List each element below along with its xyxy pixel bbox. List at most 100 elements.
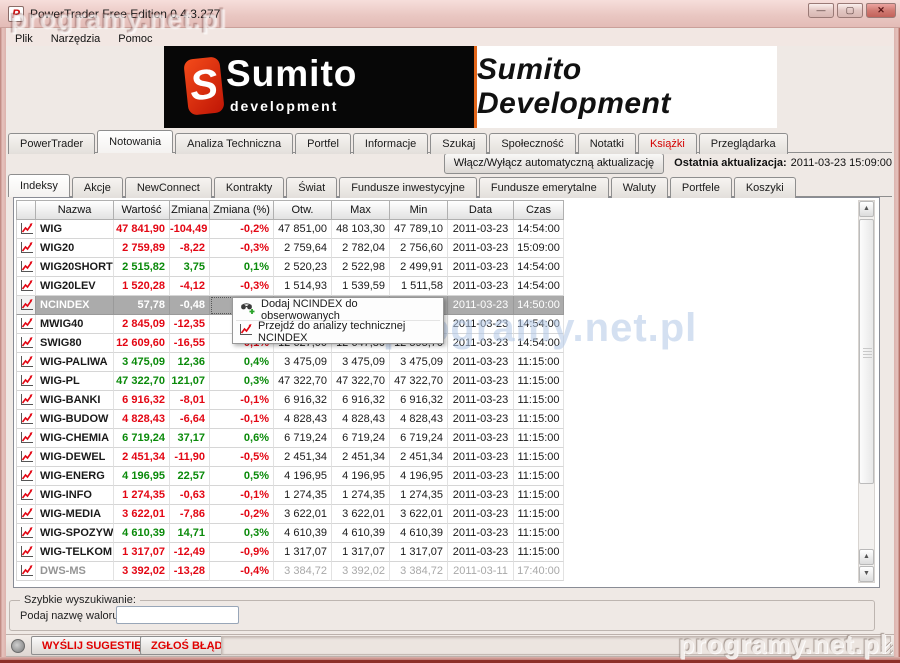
table-row-wig-paliwa[interactable]: WIG-PALIWA3 475,0912,360,4%3 475,093 475… — [16, 353, 564, 372]
table-row-wig-energ[interactable]: WIG-ENERG4 196,9522,570,5%4 196,954 196,… — [16, 467, 564, 486]
table-row-wig-info[interactable]: WIG-INFO1 274,35-0,63-0,1%1 274,351 274,… — [16, 486, 564, 505]
chart-shortcut-icon[interactable] — [16, 372, 36, 391]
report-bug-button[interactable]: ZGŁOŚ BŁĄD — [140, 636, 234, 655]
tab-wiat[interactable]: Świat — [286, 177, 337, 198]
cell-change: -0,48 — [170, 296, 210, 315]
tab-notowania[interactable]: Notowania — [97, 130, 173, 153]
minimize-button[interactable]: — — [808, 3, 834, 18]
table-row-wig[interactable]: WIG47 841,90-104,49-0,2%47 851,0048 103,… — [16, 220, 564, 239]
table-row-wig20[interactable]: WIG202 759,89-8,22-0,3%2 759,642 782,042… — [16, 239, 564, 258]
table-row-wig-banki[interactable]: WIG-BANKI6 916,32-8,01-0,1%6 916,326 916… — [16, 391, 564, 410]
table-row-dws-ms[interactable]: DWS-MS3 392,02-13,28-0,4%3 384,723 392,0… — [16, 562, 564, 581]
chart-shortcut-icon[interactable] — [16, 334, 36, 353]
cell-change-pct: -0,5% — [210, 448, 274, 467]
tab-koszyki[interactable]: Koszyki — [734, 177, 796, 198]
brand-banner: S Sumito development Sumito Development — [164, 45, 777, 128]
column-header-icon[interactable] — [16, 200, 36, 220]
tab-akcje[interactable]: Akcje — [72, 177, 123, 198]
cell-time: 14:54:00 — [514, 258, 564, 277]
tab-informacje[interactable]: Informacje — [353, 133, 428, 154]
column-header-zmiana[interactable]: Zmiana — [170, 200, 210, 220]
chart-shortcut-icon[interactable] — [16, 258, 36, 277]
tab-waluty[interactable]: Waluty — [611, 177, 668, 198]
table-row-wig-chemia[interactable]: WIG-CHEMIA6 719,2437,170,6%6 719,246 719… — [16, 429, 564, 448]
table-row-wig-budow[interactable]: WIG-BUDOW4 828,43-6,64-0,1%4 828,434 828… — [16, 410, 564, 429]
menu-narz-dzia[interactable]: Narzędzia — [42, 31, 110, 45]
chart-shortcut-icon[interactable] — [16, 562, 36, 581]
table-row-wig-media[interactable]: WIG-MEDIA3 622,01-7,86-0,2%3 622,013 622… — [16, 505, 564, 524]
column-header-min[interactable]: Min — [390, 200, 448, 220]
cell-date: 2011-03-23 — [448, 505, 514, 524]
scroll-up2-icon[interactable]: ▲ — [859, 549, 874, 565]
chart-shortcut-icon[interactable] — [16, 220, 36, 239]
cell-time: 11:15:00 — [514, 353, 564, 372]
column-header-zmiana[interactable]: Zmiana (%) — [210, 200, 274, 220]
tab-portfele[interactable]: Portfele — [670, 177, 732, 198]
chart-shortcut-icon[interactable] — [16, 277, 36, 296]
column-header-warto[interactable]: Wartość — [114, 200, 170, 220]
chart-shortcut-icon[interactable] — [16, 505, 36, 524]
cell-date: 2011-03-23 — [448, 448, 514, 467]
resize-grip-icon[interactable] — [881, 642, 893, 654]
chart-shortcut-icon[interactable] — [16, 486, 36, 505]
tab-fundusze-inwestycyjne[interactable]: Fundusze inwestycyjne — [339, 177, 477, 198]
send-suggestion-button[interactable]: WYŚLIJ SUGESTIĘ — [31, 636, 153, 655]
cell-min: 3 384,72 — [390, 562, 448, 581]
vertical-scrollbar[interactable]: ▲ ▲ ▼ — [858, 200, 875, 583]
menu-plik[interactable]: Plik — [6, 31, 42, 45]
tab-ksi-ki[interactable]: Książki — [638, 133, 697, 154]
cell-open: 2 520,23 — [274, 258, 332, 277]
column-header-czas[interactable]: Czas — [514, 200, 564, 220]
tab-szukaj[interactable]: Szukaj — [430, 133, 487, 154]
tab-notatki[interactable]: Notatki — [578, 133, 636, 154]
tab-portfel[interactable]: Portfel — [295, 133, 351, 154]
chart-shortcut-icon[interactable] — [16, 543, 36, 562]
auto-update-toggle-button[interactable]: Włącz/Wyłącz automatyczną aktualizację — [444, 153, 664, 174]
tab-indeksy[interactable]: Indeksy — [8, 174, 70, 197]
table-row-wig-pl[interactable]: WIG-PL47 322,70121,070,3%47 322,7047 322… — [16, 372, 564, 391]
cell-open: 6 719,24 — [274, 429, 332, 448]
table-row-wig20lev[interactable]: WIG20LEV1 520,28-4,12-0,3%1 514,931 539,… — [16, 277, 564, 296]
chart-shortcut-icon[interactable] — [16, 448, 36, 467]
chart-shortcut-icon[interactable] — [16, 296, 36, 315]
cell-min: 4 196,95 — [390, 467, 448, 486]
tab-spo-eczno[interactable]: Społeczność — [489, 133, 575, 154]
scrollbar-thumb[interactable] — [859, 219, 874, 484]
cell-open: 47 322,70 — [274, 372, 332, 391]
chart-shortcut-icon[interactable] — [16, 467, 36, 486]
cell-value: 4 610,39 — [114, 524, 170, 543]
column-header-otw[interactable]: Otw. — [274, 200, 332, 220]
table-row-wig20short[interactable]: WIG20SHORT2 515,823,750,1%2 520,232 522,… — [16, 258, 564, 277]
tab-przegl-darka[interactable]: Przeglądarka — [699, 133, 788, 154]
scroll-down-icon[interactable]: ▼ — [859, 566, 874, 582]
context-menu-item-2[interactable]: Przejdź do analizy technicznej NCINDEX — [233, 322, 443, 341]
chart-shortcut-icon[interactable] — [16, 429, 36, 448]
tab-powertrader[interactable]: PowerTrader — [8, 133, 95, 154]
chart-shortcut-icon[interactable] — [16, 315, 36, 334]
menu-pomoc[interactable]: Pomoc — [109, 31, 161, 45]
cell-change: -12,35 — [170, 315, 210, 334]
tab-analiza-techniczna[interactable]: Analiza Techniczna — [175, 133, 293, 154]
cell-min: 6 719,24 — [390, 429, 448, 448]
quick-search-input[interactable] — [116, 606, 239, 624]
chart-shortcut-icon[interactable] — [16, 353, 36, 372]
close-button[interactable]: ✕ — [866, 3, 896, 18]
column-header-data[interactable]: Data — [448, 200, 514, 220]
context-menu-item-1[interactable]: Dodaj NCINDEX do obserwowanych — [233, 300, 443, 319]
chart-shortcut-icon[interactable] — [16, 410, 36, 429]
column-header-max[interactable]: Max — [332, 200, 390, 220]
table-row-wig-dewel[interactable]: WIG-DEWEL2 451,34-11,90-0,5%2 451,342 45… — [16, 448, 564, 467]
maximize-button[interactable]: ▢ — [837, 3, 863, 18]
table-row-wig-telkom[interactable]: WIG-TELKOM1 317,07-12,49-0,9%1 317,071 3… — [16, 543, 564, 562]
tab-kontrakty[interactable]: Kontrakty — [214, 177, 284, 198]
cell-name: WIG — [36, 220, 114, 239]
tab-newconnect[interactable]: NewConnect — [125, 177, 212, 198]
table-row-wig-spozyw[interactable]: WIG-SPOZYW4 610,3914,710,3%4 610,394 610… — [16, 524, 564, 543]
chart-shortcut-icon[interactable] — [16, 391, 36, 410]
tab-fundusze-emerytalne[interactable]: Fundusze emerytalne — [479, 177, 609, 198]
chart-shortcut-icon[interactable] — [16, 524, 36, 543]
scroll-up-icon[interactable]: ▲ — [859, 201, 874, 217]
column-header-nazwa[interactable]: Nazwa — [36, 200, 114, 220]
chart-shortcut-icon[interactable] — [16, 239, 36, 258]
watch-add-icon — [239, 301, 255, 318]
